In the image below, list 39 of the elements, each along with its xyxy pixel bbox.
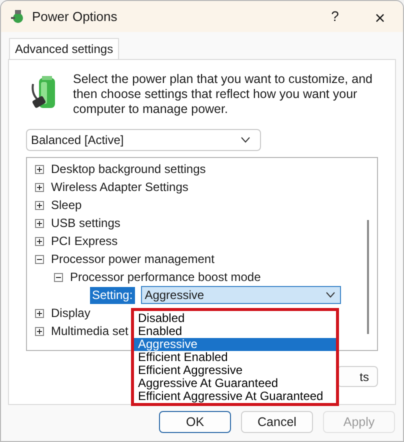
setting-dropdown[interactable]: Aggressive [140,286,341,304]
tab[interactable]: Advanced settings [9,38,120,59]
dialog-button[interactable]: OK [159,411,231,433]
expand-icon[interactable] [35,164,44,174]
dropdown-option[interactable]: Aggressive At Guaranteed [134,377,336,390]
dialog-button[interactable]: Cancel [241,411,313,433]
setting-label: Setting: [90,286,135,304]
help-button[interactable]: ? [320,4,350,28]
restore-defaults-button[interactable]: ts [337,366,378,387]
dropdown-option[interactable]: Efficient Enabled [134,351,336,364]
chevron-down-icon [326,292,335,298]
tree-item[interactable]: Sleep [51,196,82,214]
tree-item[interactable]: USB settings [51,214,120,232]
dropdown-option[interactable]: Aggressive [134,338,336,351]
dropdown-option[interactable]: Enabled [134,325,336,338]
tree-item[interactable]: Processor performance boost mode [70,268,261,286]
expand-icon[interactable] [35,200,44,210]
expand-icon[interactable] [35,236,44,246]
dropdown-option[interactable]: Efficient Aggressive At Guaranteed [134,390,336,403]
tree-item[interactable]: Desktop background settings [51,160,206,178]
intro-text: Select the power plan that you want to customize, and then choose settings that reflect how you want your computer to manage power. [73,72,373,117]
window-title: Power Options [32,8,118,26]
tree-item[interactable]: Multimedia set [51,322,128,340]
tree-item[interactable]: PCI Express [51,232,118,250]
tree-item[interactable]: Wireless Adapter Settings [51,178,188,196]
dropdown-option[interactable]: Efficient Aggressive [134,364,336,377]
close-button[interactable]: × [365,4,395,28]
expand-icon[interactable] [35,218,44,228]
expand-icon[interactable] [35,326,44,336]
plan-dropdown[interactable]: Balanced [Active] [26,129,261,151]
power-plug-icon [10,8,26,24]
chevron-down-icon [241,137,250,143]
expand-icon[interactable] [35,182,44,192]
dropdown-option[interactable]: Disabled [134,312,336,325]
collapse-icon[interactable] [54,272,63,282]
tree-item[interactable]: Processor power management [51,250,214,268]
tree-item[interactable]: Display [51,304,90,322]
collapse-icon[interactable] [35,254,44,264]
expand-icon[interactable] [35,308,44,318]
